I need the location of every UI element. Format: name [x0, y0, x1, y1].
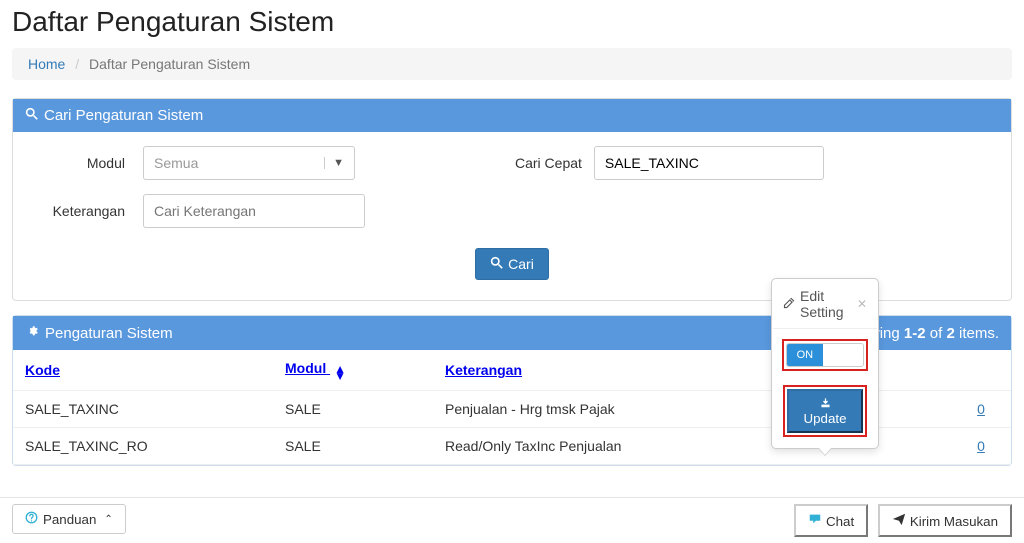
chevron-up-icon: ⌃ [101, 514, 112, 525]
toggle-highlight: ON [782, 339, 868, 371]
modul-select[interactable]: Semua ▼ [143, 146, 355, 180]
edit-setting-popover: Edit Setting ✕ ON Update [771, 278, 879, 449]
page-title: Daftar Pengaturan Sistem [0, 0, 1024, 48]
search-button-label: Cari [508, 256, 534, 272]
cell-kode: SALE_TAXINC_RO [13, 428, 273, 465]
kirim-label: Kirim Masukan [910, 514, 998, 529]
breadcrumb-separator: / [69, 56, 85, 72]
keterangan-input[interactable] [143, 194, 365, 228]
kirim-masukan-button[interactable]: Kirim Masukan [878, 504, 1012, 537]
col-keterangan[interactable]: Keterangan [445, 362, 522, 378]
table-panel-title: Pengaturan Sistem [45, 325, 173, 342]
update-button[interactable]: Update [787, 389, 863, 433]
cari-cepat-input[interactable] [594, 146, 824, 180]
col-modul[interactable]: Modul ▲▼ [285, 360, 346, 376]
chat-label: Chat [826, 514, 854, 529]
search-button[interactable]: Cari [475, 248, 549, 280]
caret-down-icon: ▼ [324, 157, 344, 169]
sort-icon: ▲▼ [330, 366, 346, 380]
search-panel-title: Cari Pengaturan Sistem [44, 107, 203, 124]
modul-label: Modul [33, 155, 143, 171]
panduan-label: Panduan [43, 512, 96, 527]
toggle-off-area [823, 344, 863, 366]
on-off-toggle[interactable]: ON [786, 343, 864, 367]
cell-modul: SALE [273, 428, 433, 465]
modul-selected-text: Semua [154, 155, 198, 171]
update-highlight: Update [783, 385, 867, 437]
update-button-label: Update [804, 411, 847, 426]
search-icon [490, 256, 503, 272]
chat-button[interactable]: Chat [794, 504, 868, 537]
cell-modul: SALE [273, 391, 433, 428]
nilai-link[interactable]: 0 [977, 438, 985, 454]
bottom-bar: Panduan ⌃ Chat Kirim Masukan [0, 497, 1024, 543]
popover-title: Edit Setting [800, 288, 857, 320]
close-icon[interactable]: ✕ [857, 297, 867, 311]
pager-summary: wing 1-2 of 2 items. [869, 325, 999, 342]
gears-icon [25, 324, 39, 342]
breadcrumb-home-link[interactable]: Home [28, 56, 65, 72]
breadcrumb-current: Daftar Pengaturan Sistem [89, 56, 250, 72]
paper-plane-icon [892, 514, 910, 529]
toggle-on-label: ON [787, 344, 823, 366]
chat-icon [808, 514, 826, 529]
table-panel: Pengaturan Sistem wing 1-2 of 2 items. E… [12, 315, 1012, 466]
nilai-link[interactable]: 0 [977, 401, 985, 417]
download-icon [820, 396, 831, 411]
popover-arrow [818, 448, 832, 456]
search-icon [25, 107, 38, 124]
cell-kode: SALE_TAXINC [13, 391, 273, 428]
cari-cepat-label: Cari Cepat [515, 155, 594, 171]
col-nilai [951, 350, 1011, 391]
col-kode[interactable]: Kode [25, 362, 60, 378]
search-panel-header: Cari Pengaturan Sistem [13, 99, 1011, 132]
edit-icon [783, 296, 795, 312]
panduan-button[interactable]: Panduan ⌃ [12, 504, 126, 534]
help-icon [25, 511, 38, 527]
breadcrumb: Home / Daftar Pengaturan Sistem [12, 48, 1012, 80]
keterangan-label: Keterangan [33, 203, 143, 219]
search-panel: Cari Pengaturan Sistem Modul Semua ▼ Car… [12, 98, 1012, 301]
